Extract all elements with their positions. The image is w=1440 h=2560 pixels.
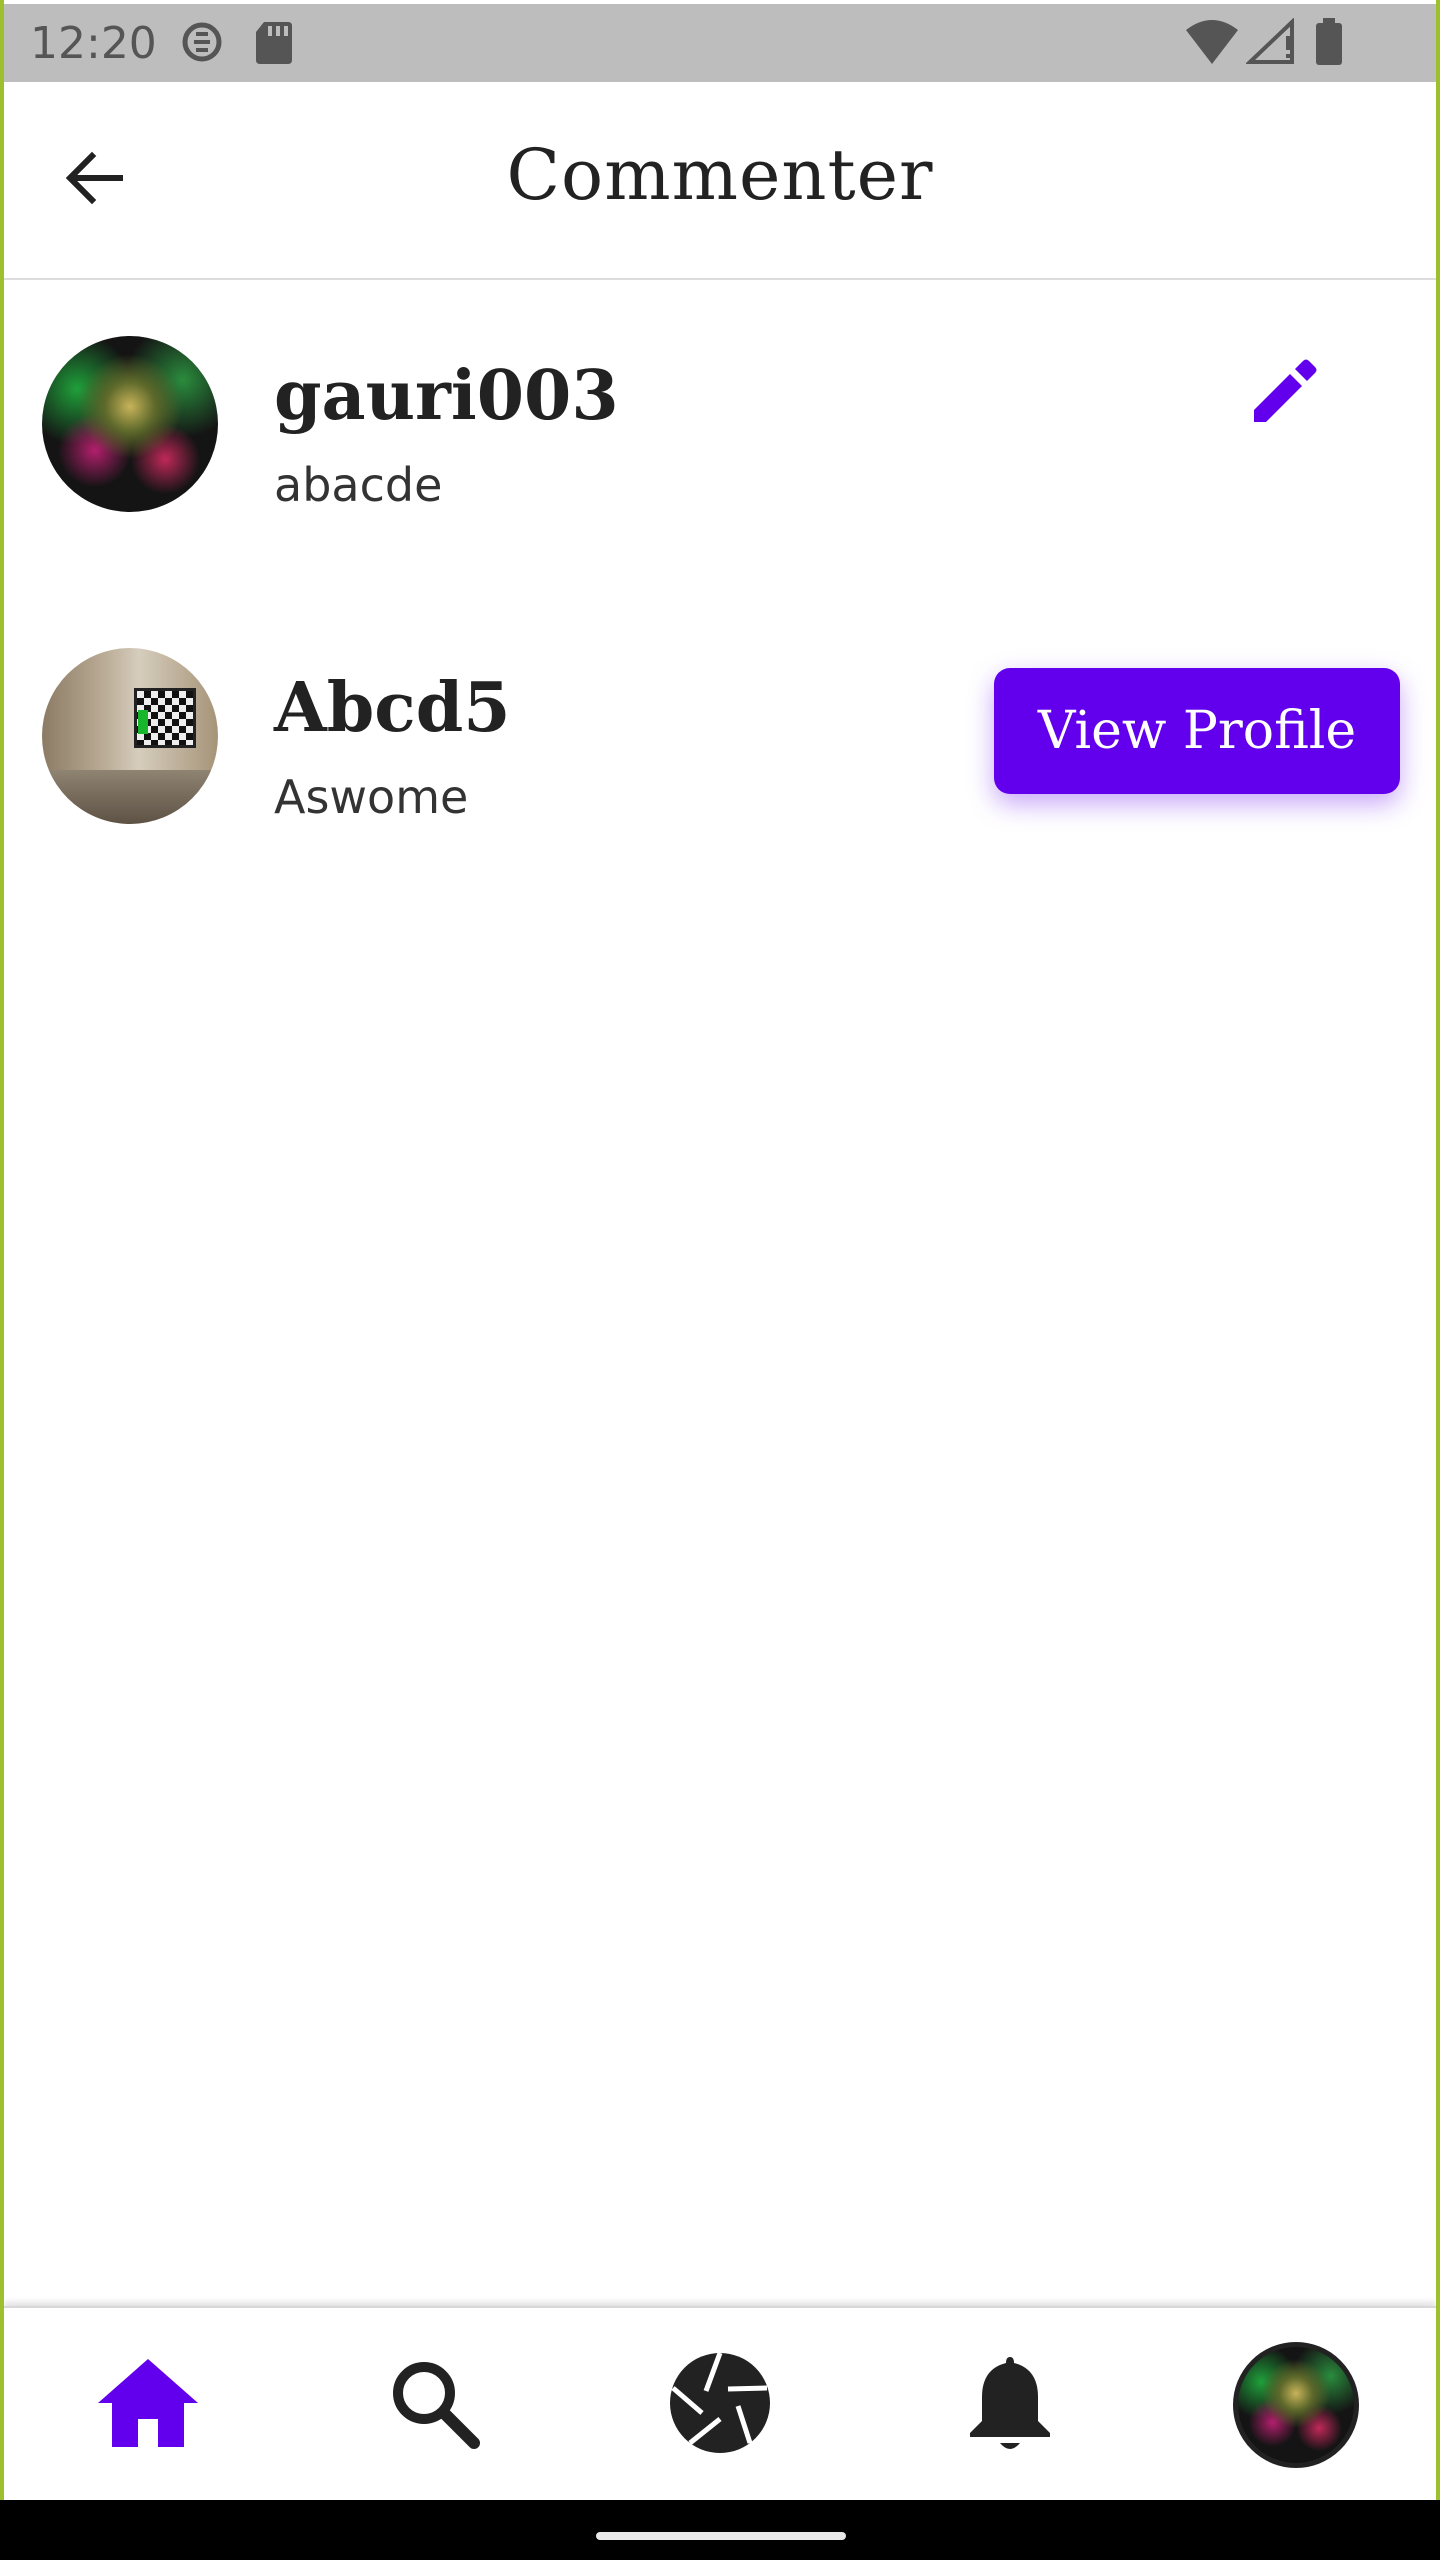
nav-home[interactable] — [48, 2308, 248, 2500]
system-navigation-bar — [0, 2500, 1440, 2560]
avatar-tv-accent — [138, 710, 148, 734]
edit-comment-button[interactable] — [1234, 344, 1334, 444]
signal-icon — [1245, 17, 1296, 71]
search-icon — [386, 2355, 482, 2456]
comment-username[interactable]: gauri003 — [274, 356, 619, 436]
home-handle[interactable] — [596, 2532, 846, 2540]
nav-search[interactable] — [334, 2308, 534, 2500]
sd-card-icon — [254, 20, 294, 69]
app-bar: Commenter — [4, 82, 1436, 280]
nav-camera[interactable] — [620, 2308, 820, 2500]
avatar-floor-detail — [42, 770, 218, 824]
view-profile-button[interactable]: View Profile — [994, 668, 1400, 794]
page-title: Commenter — [506, 134, 934, 216]
bell-icon — [966, 2351, 1054, 2460]
bottom-nav — [4, 2306, 1436, 2500]
avatar[interactable] — [42, 336, 218, 512]
comment-row: gauri003 abacde — [4, 300, 1436, 550]
comment-text: Aswome — [274, 770, 469, 824]
pencil-icon — [1248, 356, 1320, 433]
comment-username[interactable]: Abcd5 — [274, 668, 511, 748]
camera-shutter-icon — [668, 2351, 772, 2460]
status-bar: 12:20 — [4, 4, 1436, 82]
circle-s-icon — [180, 20, 224, 69]
status-time: 12:20 — [30, 18, 157, 69]
wifi-icon — [1184, 18, 1240, 71]
battery-icon — [1314, 18, 1344, 71]
avatar[interactable] — [42, 648, 218, 824]
home-icon — [96, 2357, 200, 2454]
nav-notifications[interactable] — [910, 2308, 1110, 2500]
comment-text: abacde — [274, 458, 443, 512]
nav-profile[interactable] — [1196, 2308, 1396, 2500]
app-screen: 12:20 Commenter gauri003 abacde Abcd5 As… — [4, 0, 1436, 2500]
profile-avatar — [1233, 2342, 1359, 2468]
